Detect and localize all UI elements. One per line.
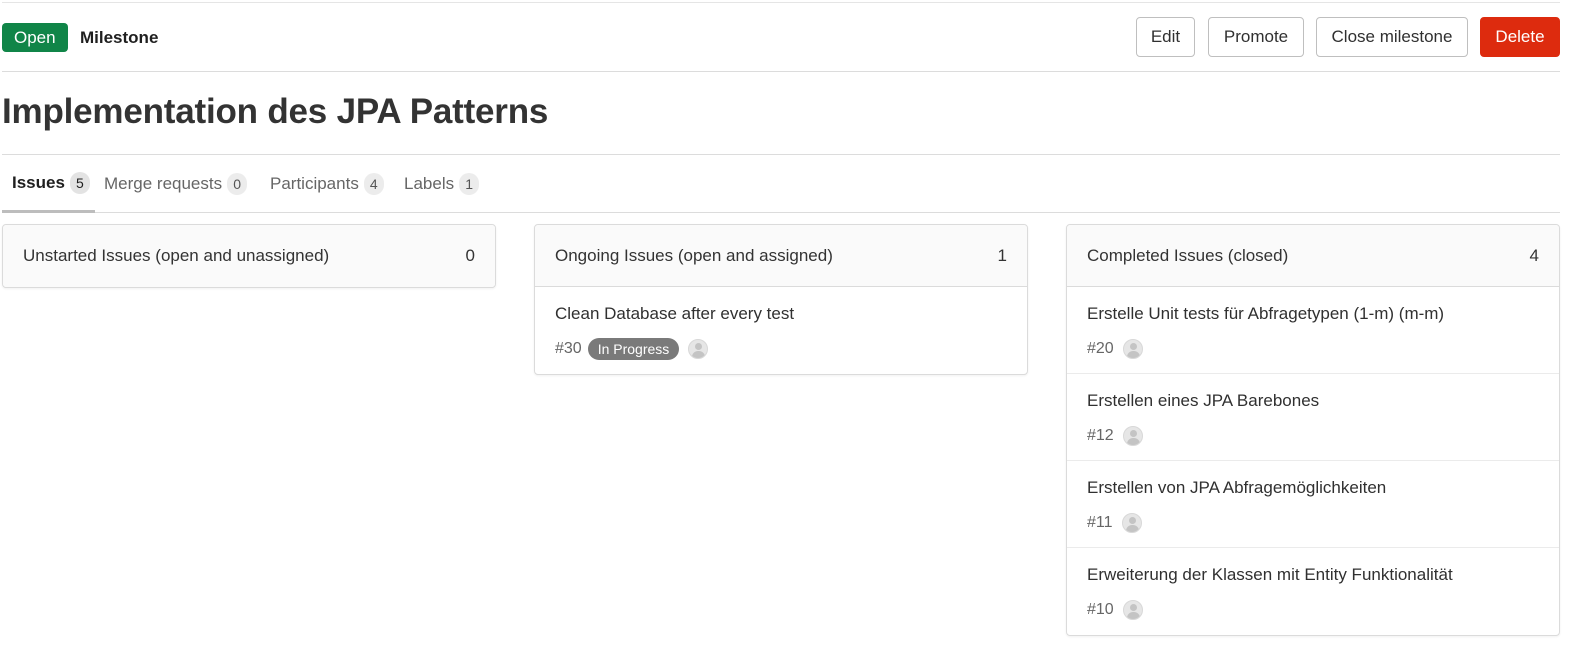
issue-meta: #20	[1087, 338, 1539, 360]
close-milestone-button[interactable]: Close milestone	[1316, 17, 1468, 57]
tab-labels[interactable]: Labels 1	[404, 155, 480, 213]
issue-meta: #30 In Progress	[555, 338, 1007, 360]
column-header: Ongoing Issues (open and assigned) 1	[535, 225, 1027, 287]
tab-participants[interactable]: Participants 4	[270, 155, 384, 213]
column-completed-issues: Completed Issues (closed) 4 Erstelle Uni…	[1066, 224, 1560, 636]
column-unstarted-issues: Unstarted Issues (open and unassigned) 0	[2, 224, 496, 288]
column-header: Unstarted Issues (open and unassigned) 0	[3, 225, 495, 287]
header-divider	[2, 71, 1560, 72]
tab-label: Issues	[12, 172, 65, 192]
assignee-avatar-icon[interactable]	[1122, 339, 1143, 359]
promote-button[interactable]: Promote	[1208, 17, 1304, 57]
delete-button[interactable]: Delete	[1480, 17, 1560, 57]
issue-title-link[interactable]: Clean Database after every test	[555, 303, 1007, 325]
tab-merge-requests[interactable]: Merge requests 0	[104, 155, 248, 213]
column-header: Completed Issues (closed) 4	[1067, 225, 1559, 287]
issue-reference: #11	[1087, 514, 1113, 531]
tab-label: Merge requests	[104, 174, 223, 193]
column-count: 1	[997, 245, 1007, 265]
assignee-avatar-icon[interactable]	[688, 339, 709, 359]
page-title: Implementation des JPA Patterns	[2, 92, 549, 131]
tab-label: Labels	[404, 174, 455, 193]
issue-meta: #12	[1087, 425, 1539, 447]
tab-count-badge: 5	[69, 171, 90, 194]
tab-count-badge: 1	[459, 173, 480, 195]
column-title: Completed Issues (closed)	[1087, 245, 1289, 265]
column-ongoing-issues: Ongoing Issues (open and assigned) 1 Cle…	[534, 224, 1028, 375]
issue-title-link[interactable]: Erweiterung der Klassen mit Entity Funkt…	[1087, 564, 1539, 586]
issue-title-link[interactable]: Erstellen von JPA Abfragemöglichkeiten	[1087, 477, 1539, 499]
issue-reference: #20	[1087, 340, 1114, 357]
issue-reference: #10	[1087, 601, 1114, 618]
edit-button[interactable]: Edit	[1136, 17, 1195, 57]
issue-card[interactable]: Erweiterung der Klassen mit Entity Funkt…	[1067, 548, 1559, 635]
assignee-avatar-icon[interactable]	[1122, 426, 1143, 446]
issue-reference: #12	[1087, 427, 1114, 444]
issue-meta: #10	[1087, 599, 1539, 621]
issue-reference: #30	[555, 340, 582, 357]
tab-issues[interactable]: Issues 5	[2, 155, 95, 213]
column-title: Unstarted Issues (open and unassigned)	[23, 246, 330, 265]
issue-meta: #11	[1087, 512, 1539, 534]
tab-count-badge: 4	[363, 173, 384, 195]
assignee-avatar-icon[interactable]	[1122, 600, 1143, 620]
issue-card[interactable]: Erstellen eines JPA Barebones #12	[1067, 374, 1559, 461]
top-divider	[2, 2, 1560, 3]
issue-card[interactable]: Clean Database after every test #30 In P…	[535, 287, 1027, 374]
issue-card[interactable]: Erstellen von JPA Abfragemöglichkeiten #…	[1067, 461, 1559, 548]
tab-count-badge: 0	[227, 173, 248, 195]
milestone-tabs: Issues 5 Merge requests 0 Participants 4…	[2, 155, 1560, 213]
issue-card[interactable]: Erstelle Unit tests für Abfragetypen (1-…	[1067, 287, 1559, 374]
milestone-type-label: Milestone	[80, 28, 159, 47]
assignee-avatar-icon[interactable]	[1121, 513, 1142, 533]
milestone-header: Open Milestone Edit Promote Close milest…	[2, 17, 1560, 59]
column-count: 4	[1529, 245, 1539, 265]
tab-label: Participants	[270, 174, 359, 193]
issue-title-link[interactable]: Erstellen eines JPA Barebones	[1087, 390, 1539, 412]
column-count: 0	[465, 246, 475, 265]
status-badge: Open	[2, 23, 68, 52]
column-title: Ongoing Issues (open and assigned)	[555, 245, 833, 265]
label-badge[interactable]: In Progress	[587, 338, 680, 360]
issue-title-link[interactable]: Erstelle Unit tests für Abfragetypen (1-…	[1087, 303, 1539, 325]
